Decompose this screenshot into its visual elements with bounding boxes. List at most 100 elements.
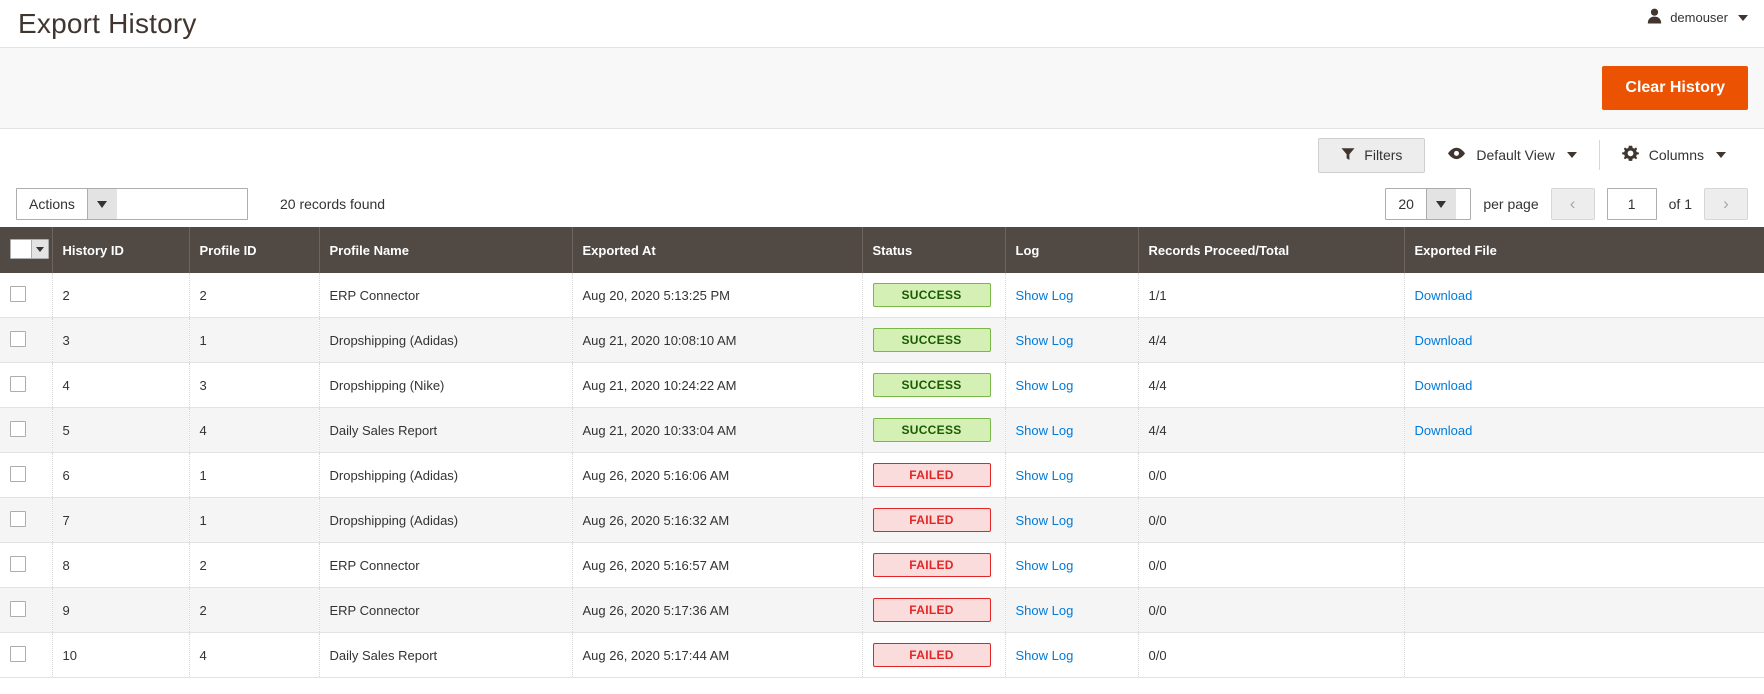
table-row[interactable]: 5 4 Daily Sales Report Aug 21, 2020 10:33:0… (0, 407, 1764, 453)
download-link[interactable]: Download (1415, 378, 1473, 393)
table-row[interactable]: 10 4 Daily Sales Report Aug 26, 2020 5:17:4… (0, 632, 1764, 678)
row-checkbox[interactable] (10, 645, 26, 662)
show-log-link[interactable]: Show Log (1016, 423, 1074, 438)
table-row[interactable]: 8 2 ERP Connector Aug 26, 2020 5:16:57 AM FA… (0, 542, 1764, 588)
select-all-checkbox[interactable] (11, 240, 31, 258)
cell-profile-name: ERP Connector (319, 273, 573, 318)
row-select-cell[interactable] (0, 632, 53, 678)
table-row[interactable]: 3 1 Dropshipping (Adidas) Aug 21, 2020 10:0… (0, 317, 1764, 363)
show-log-link[interactable]: Show Log (1016, 468, 1074, 483)
cell-exported-file (1404, 632, 1764, 678)
table-row[interactable]: 9 2 ERP Connector Aug 26, 2020 5:17:36 AM FA… (0, 587, 1764, 633)
row-select-cell[interactable] (0, 273, 53, 318)
columns-selector[interactable]: Columns (1598, 140, 1748, 170)
column-header-profile-id[interactable]: Profile ID (189, 227, 320, 273)
chevron-down-icon[interactable] (31, 240, 48, 258)
row-select-cell[interactable] (0, 407, 53, 453)
cell-status: SUCCESS (862, 273, 1006, 318)
show-log-link[interactable]: Show Log (1016, 513, 1074, 528)
select-all-header[interactable] (0, 227, 53, 273)
per-page-select[interactable]: 20 (1385, 188, 1472, 220)
actions-select[interactable]: Actions (16, 188, 248, 220)
show-log-link[interactable]: Show Log (1016, 288, 1074, 303)
chevron-down-icon (86, 189, 117, 219)
show-log-link[interactable]: Show Log (1016, 648, 1074, 663)
row-checkbox[interactable] (10, 420, 26, 437)
row-select-cell[interactable] (0, 497, 53, 543)
chevron-down-icon (1566, 152, 1577, 158)
row-select-cell[interactable] (0, 317, 53, 363)
user-menu-label: demouser (1670, 10, 1728, 25)
status-badge: SUCCESS (872, 373, 991, 397)
row-checkbox[interactable] (10, 285, 26, 302)
column-header-status[interactable]: Status (862, 227, 1006, 273)
download-link[interactable]: Download (1415, 423, 1473, 438)
status-badge: FAILED (872, 508, 991, 532)
cell-history-id: 7 (52, 497, 190, 543)
row-select-cell[interactable] (0, 362, 53, 408)
table-row[interactable]: 4 3 Dropshipping (Nike) Aug 21, 2020 10:24:… (0, 362, 1764, 408)
table-row[interactable]: 7 1 Dropshipping (Adidas) Aug 26, 2020 5:16… (0, 497, 1764, 543)
row-checkbox[interactable] (10, 555, 26, 572)
cell-log: Show Log (1005, 407, 1139, 453)
cell-profile-name: Daily Sales Report (319, 407, 573, 453)
cell-exported-at: Aug 26, 2020 5:16:06 AM (572, 452, 863, 498)
export-history-table: History ID Profile ID Profile Name Expor… (0, 227, 1764, 678)
column-header-history-id[interactable]: History ID (52, 227, 190, 273)
cell-records: 4/4 (1138, 407, 1405, 453)
cell-records: 0/0 (1138, 452, 1405, 498)
column-header-exported-at[interactable]: Exported At (572, 227, 863, 273)
chevron-right-icon: › (1723, 194, 1729, 213)
column-header-exported-file[interactable]: Exported File (1404, 227, 1764, 273)
row-checkbox[interactable] (10, 600, 26, 617)
cell-log: Show Log (1005, 497, 1139, 543)
row-checkbox[interactable] (10, 330, 26, 347)
show-log-link[interactable]: Show Log (1016, 558, 1074, 573)
cell-history-id: 9 (52, 587, 190, 633)
row-select-cell[interactable] (0, 587, 53, 633)
row-checkbox[interactable] (10, 465, 26, 482)
cell-exported-at: Aug 26, 2020 5:17:44 AM (572, 632, 863, 678)
table-row[interactable]: 2 2 ERP Connector Aug 20, 2020 5:13:25 PM SU… (0, 273, 1764, 318)
cell-profile-id: 3 (189, 362, 320, 408)
status-badge: FAILED (872, 643, 991, 667)
default-view-selector[interactable]: Default View (1425, 140, 1598, 170)
status-badge: SUCCESS (872, 418, 991, 442)
clear-history-button[interactable]: Clear History (1602, 66, 1748, 110)
next-page-button[interactable]: › (1704, 188, 1748, 220)
select-all-control[interactable] (10, 239, 49, 259)
gear-icon (1621, 145, 1639, 165)
row-checkbox[interactable] (10, 375, 26, 392)
page-number-input[interactable] (1606, 188, 1657, 220)
cell-history-id: 5 (52, 407, 190, 453)
row-checkbox[interactable] (10, 510, 26, 527)
cell-exported-at: Aug 21, 2020 10:24:22 AM (572, 362, 863, 408)
row-select-cell[interactable] (0, 542, 53, 588)
user-menu[interactable]: demouser (1647, 8, 1748, 27)
cell-profile-name: ERP Connector (319, 587, 573, 633)
column-header-records[interactable]: Records Proceed/Total (1138, 227, 1405, 273)
show-log-link[interactable]: Show Log (1016, 333, 1074, 348)
previous-page-button[interactable]: ‹ (1550, 188, 1595, 220)
cell-profile-id: 2 (189, 587, 320, 633)
cell-profile-id: 2 (189, 542, 320, 588)
show-log-link[interactable]: Show Log (1016, 603, 1074, 618)
row-select-cell[interactable] (0, 452, 53, 498)
grid-controls: Actions 20 records found 20 per page ‹ o… (0, 181, 1764, 227)
chevron-down-icon (1716, 152, 1726, 158)
cell-status: FAILED (862, 452, 1006, 498)
cell-records: 4/4 (1138, 362, 1405, 408)
filter-funnel-icon (1341, 147, 1355, 164)
page-actions-bar: Clear History (0, 47, 1764, 129)
download-link[interactable]: Download (1415, 288, 1473, 303)
column-header-profile-name[interactable]: Profile Name (319, 227, 573, 273)
column-header-log[interactable]: Log (1005, 227, 1139, 273)
cell-exported-file (1404, 452, 1764, 498)
show-log-link[interactable]: Show Log (1016, 378, 1074, 393)
cell-exported-file: Download (1404, 407, 1764, 453)
columns-label: Columns (1648, 147, 1704, 163)
table-row[interactable]: 6 1 Dropshipping (Adidas) Aug 26, 2020 5:16… (0, 452, 1764, 498)
download-link[interactable]: Download (1415, 333, 1473, 348)
filters-button[interactable]: Filters (1318, 137, 1426, 173)
cell-status: FAILED (862, 587, 1006, 633)
